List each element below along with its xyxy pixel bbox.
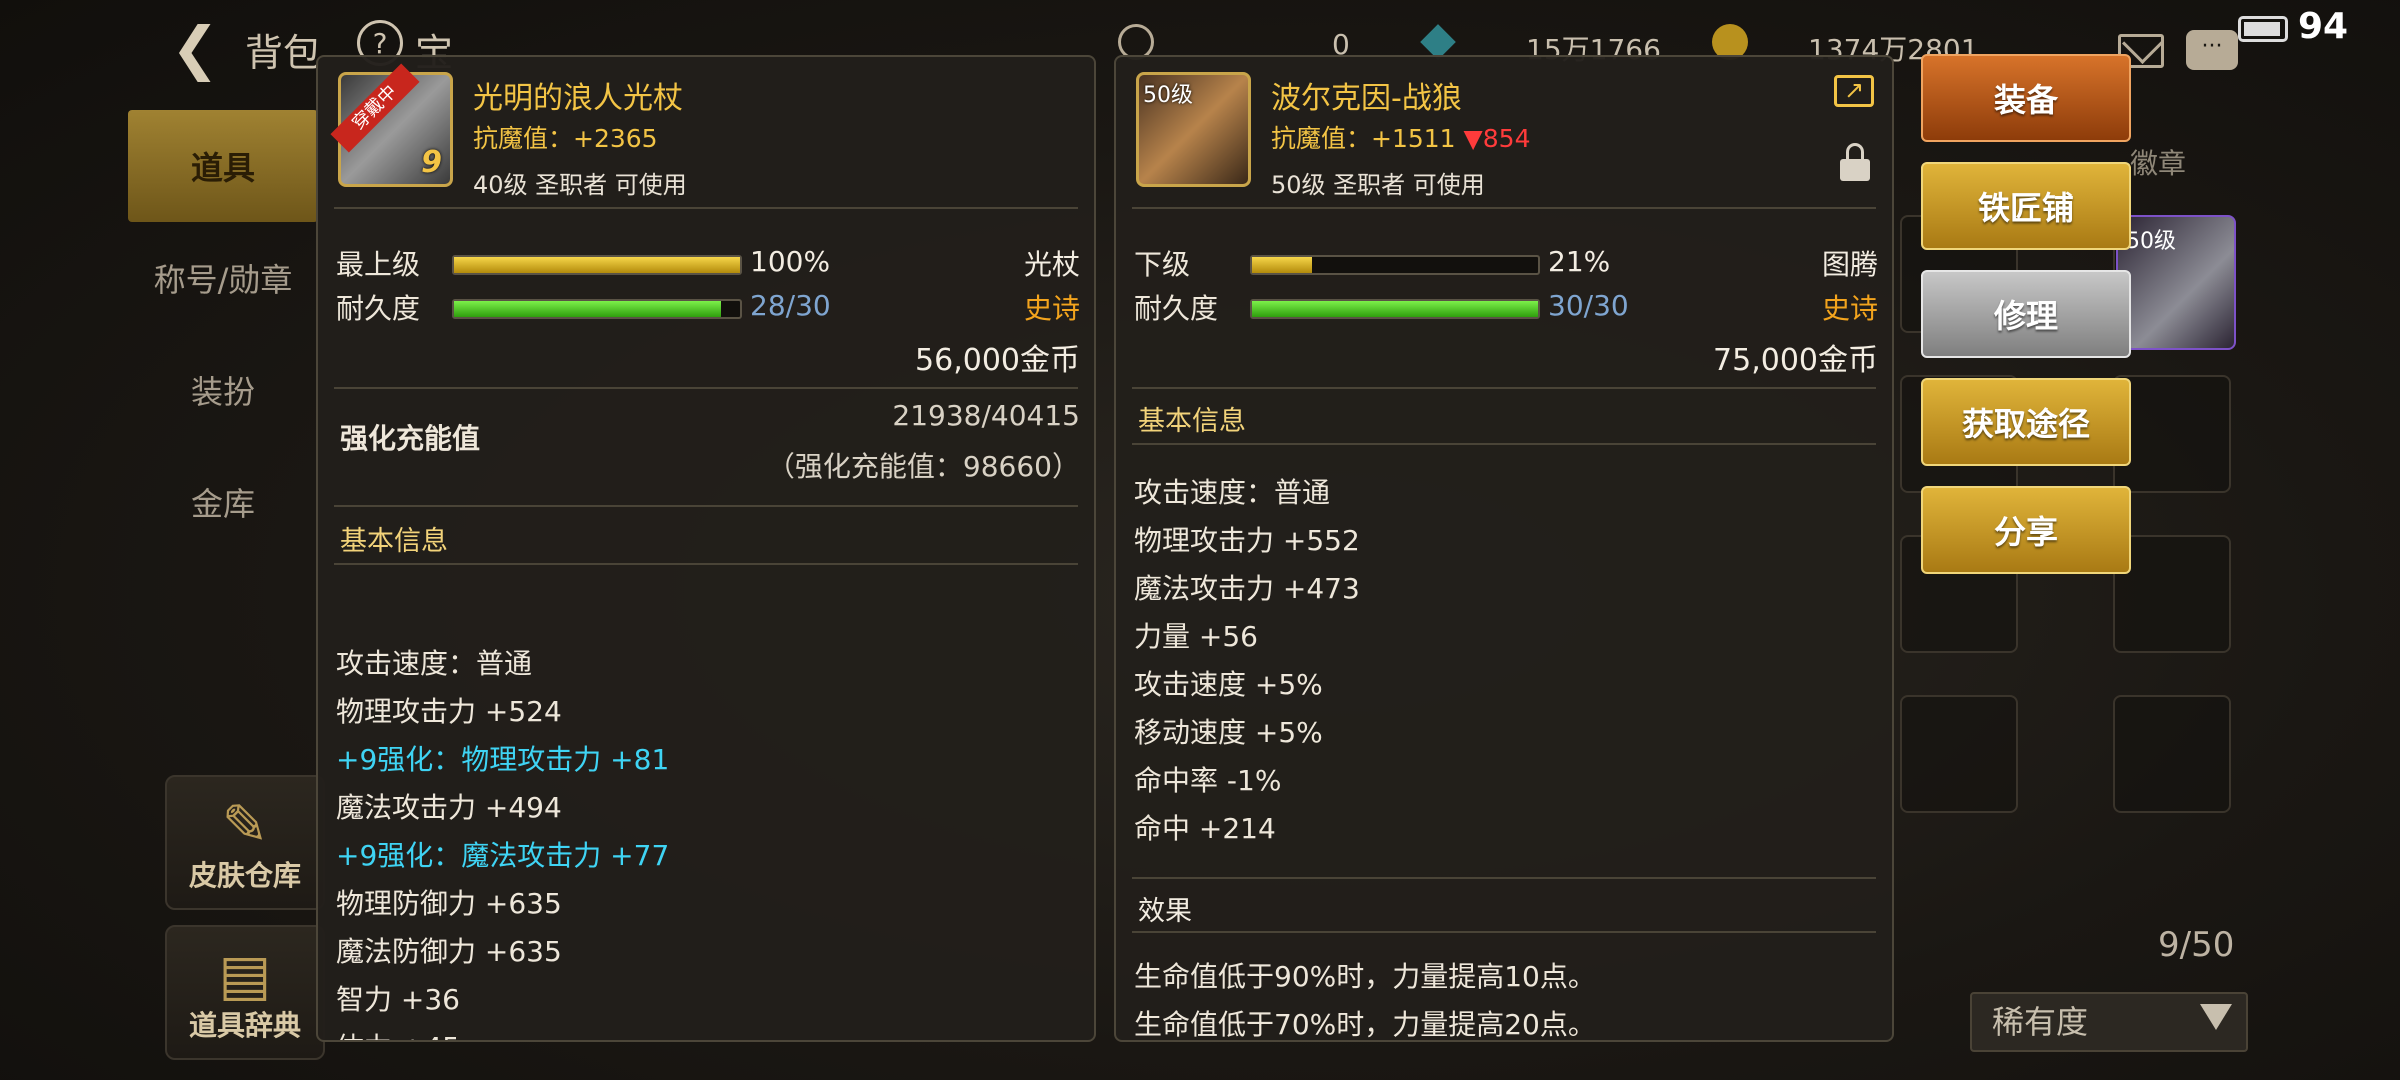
stat-line: 力量 +56 <box>1134 620 1258 653</box>
grade-bar <box>452 255 742 275</box>
brush-icon: ✎ <box>221 793 269 858</box>
durability-label: 耐久度 <box>1134 292 1219 325</box>
divider <box>1132 207 1876 209</box>
stat-line: 魔法攻击力 +494 <box>336 791 562 824</box>
tab-vault[interactable]: 金库 <box>128 446 318 558</box>
divider <box>1132 931 1876 933</box>
stat-line: 智力 +36 <box>336 983 460 1016</box>
grade-percent: 100% <box>750 245 831 278</box>
grade-label: 下级 <box>1134 248 1191 281</box>
rarity-label: 史诗 <box>1023 292 1080 325</box>
item-price: 75,000金币 <box>1713 343 1878 378</box>
item-dictionary-button[interactable]: ▤ 道具辞典 <box>165 925 325 1060</box>
divider <box>1132 443 1876 445</box>
stat-line: +9强化：物理攻击力 +81 <box>336 743 670 776</box>
stat-line: 魔法攻击力 +473 <box>1134 572 1360 605</box>
durability-bar <box>1250 299 1540 319</box>
stat-line: 物理攻击力 +524 <box>336 695 562 728</box>
item-name: 光明的浪人光杖 <box>473 81 683 116</box>
item-requirement: 50级 圣职者 可使用 <box>1271 171 1485 199</box>
basic-info-heading: 基本信息 <box>1138 406 1246 437</box>
charge-value: 21938/40415 <box>892 399 1080 432</box>
staff-item-icon: 穿戴中 9 <box>330 63 453 187</box>
tab-badges[interactable]: 徽章 <box>2130 142 2186 182</box>
magic-resist: 抗魔值：+2365 <box>473 124 658 153</box>
grade-percent: 21% <box>1548 245 1611 278</box>
durability-value: 30/30 <box>1548 289 1629 322</box>
stat-line: 攻击速度：普通 <box>336 647 533 680</box>
stat-line: +9强化：魔法攻击力 +77 <box>336 839 670 872</box>
effect-line: 生命值低于90%时，力量提高10点。 <box>1134 960 1596 993</box>
item-name: 波尔克因-战狼 <box>1271 81 1462 116</box>
divider <box>334 387 1078 389</box>
inventory-slot[interactable] <box>2113 695 2231 813</box>
stat-line: 物理攻击力 +552 <box>1134 524 1360 557</box>
share-export-icon[interactable]: ↗ <box>1834 75 1874 107</box>
stat-line: 命中率 -1% <box>1134 764 1282 797</box>
item-type: 图腾 <box>1821 248 1878 281</box>
magic-resist: 抗魔值：+1511 ▼854 <box>1271 124 1531 153</box>
repair-button[interactable]: 修理 <box>1921 270 2131 358</box>
stat-line: 物理防御力 +635 <box>336 887 562 920</box>
divider <box>334 505 1078 507</box>
sidebar: 道具 称号/勋章 装扮 金库 <box>128 110 318 558</box>
equipped-item-slot[interactable]: 50级 <box>2116 215 2236 350</box>
lock-icon[interactable] <box>1840 143 1870 181</box>
tab-costumes[interactable]: 装扮 <box>128 334 318 446</box>
equip-button[interactable]: 装备 <box>1921 54 2131 142</box>
grade-bar <box>1250 255 1540 275</box>
stat-line: 体力 +45 <box>336 1026 460 1040</box>
item-level-badge: 50级 <box>1143 83 1193 108</box>
divider <box>1132 387 1876 389</box>
stat-line: 攻击速度 +5% <box>1134 668 1323 701</box>
item-requirement: 40级 圣职者 可使用 <box>473 171 687 199</box>
stat-line: 命中 +214 <box>1134 812 1276 845</box>
basic-info-heading: 基本信息 <box>340 526 448 557</box>
chevron-down-icon <box>2200 1004 2232 1030</box>
skin-storage-button[interactable]: ✎ 皮肤仓库 <box>165 775 325 910</box>
durability-bar <box>452 299 742 319</box>
item-price: 56,000金币 <box>915 343 1080 378</box>
chat-icon[interactable]: ··· <box>2186 30 2238 70</box>
tab-items[interactable]: 道具 <box>128 110 318 222</box>
divider <box>334 207 1078 209</box>
durability-label: 耐久度 <box>336 292 421 325</box>
inventory-slot[interactable] <box>1900 695 2018 813</box>
item-type: 光杖 <box>1023 248 1080 281</box>
equipped-badge: 穿戴中 <box>330 63 420 153</box>
durability-value: 28/30 <box>750 289 831 322</box>
book-icon: ▤ <box>218 943 272 1008</box>
tab-titles-medals[interactable]: 称号/勋章 <box>128 222 318 334</box>
enhance-level: 9 <box>421 145 442 180</box>
back-arrow-icon[interactable]: ❮ <box>160 14 230 82</box>
divider <box>1132 877 1876 879</box>
stat-line: 移动速度 +5% <box>1134 716 1323 749</box>
battery-icon <box>2238 16 2288 42</box>
stat-line: 魔法防御力 +635 <box>336 935 562 968</box>
sort-dropdown[interactable]: 稀有度 <box>1970 992 2248 1052</box>
effect-heading: 效果 <box>1138 896 1192 927</box>
totem-item-icon: 50级 <box>1136 72 1251 187</box>
battery-level: 94 <box>2298 6 2349 47</box>
charge-label: 强化充能值 <box>340 422 481 455</box>
rarity-label: 史诗 <box>1821 292 1878 325</box>
item-tooltip-compare: 50级 波尔克因-战狼 抗魔值：+1511 ▼854 50级 圣职者 可使用 ↗… <box>1114 55 1894 1042</box>
page-title: 背包 <box>245 31 322 75</box>
blacksmith-button[interactable]: 铁匠铺 <box>1921 162 2131 250</box>
item-tooltip-equipped: 穿戴中 9 光明的浪人光杖 抗魔值：+2365 40级 圣职者 可使用 最上级 … <box>316 55 1096 1042</box>
resist-diff: ▼854 <box>1463 124 1531 153</box>
sort-label: 稀有度 <box>1992 1003 2089 1041</box>
stat-line: 攻击速度：普通 <box>1134 476 1331 509</box>
effect-line: 生命值低于70%时，力量提高20点。 <box>1134 1008 1596 1041</box>
divider <box>334 563 1078 565</box>
share-button[interactable]: 分享 <box>1921 486 2131 574</box>
charge-total: （强化充能值：98660） <box>766 450 1080 483</box>
slot-count: 9/50 <box>2158 925 2235 965</box>
acquire-route-button[interactable]: 获取途径 <box>1921 378 2131 466</box>
grade-label: 最上级 <box>336 248 421 281</box>
